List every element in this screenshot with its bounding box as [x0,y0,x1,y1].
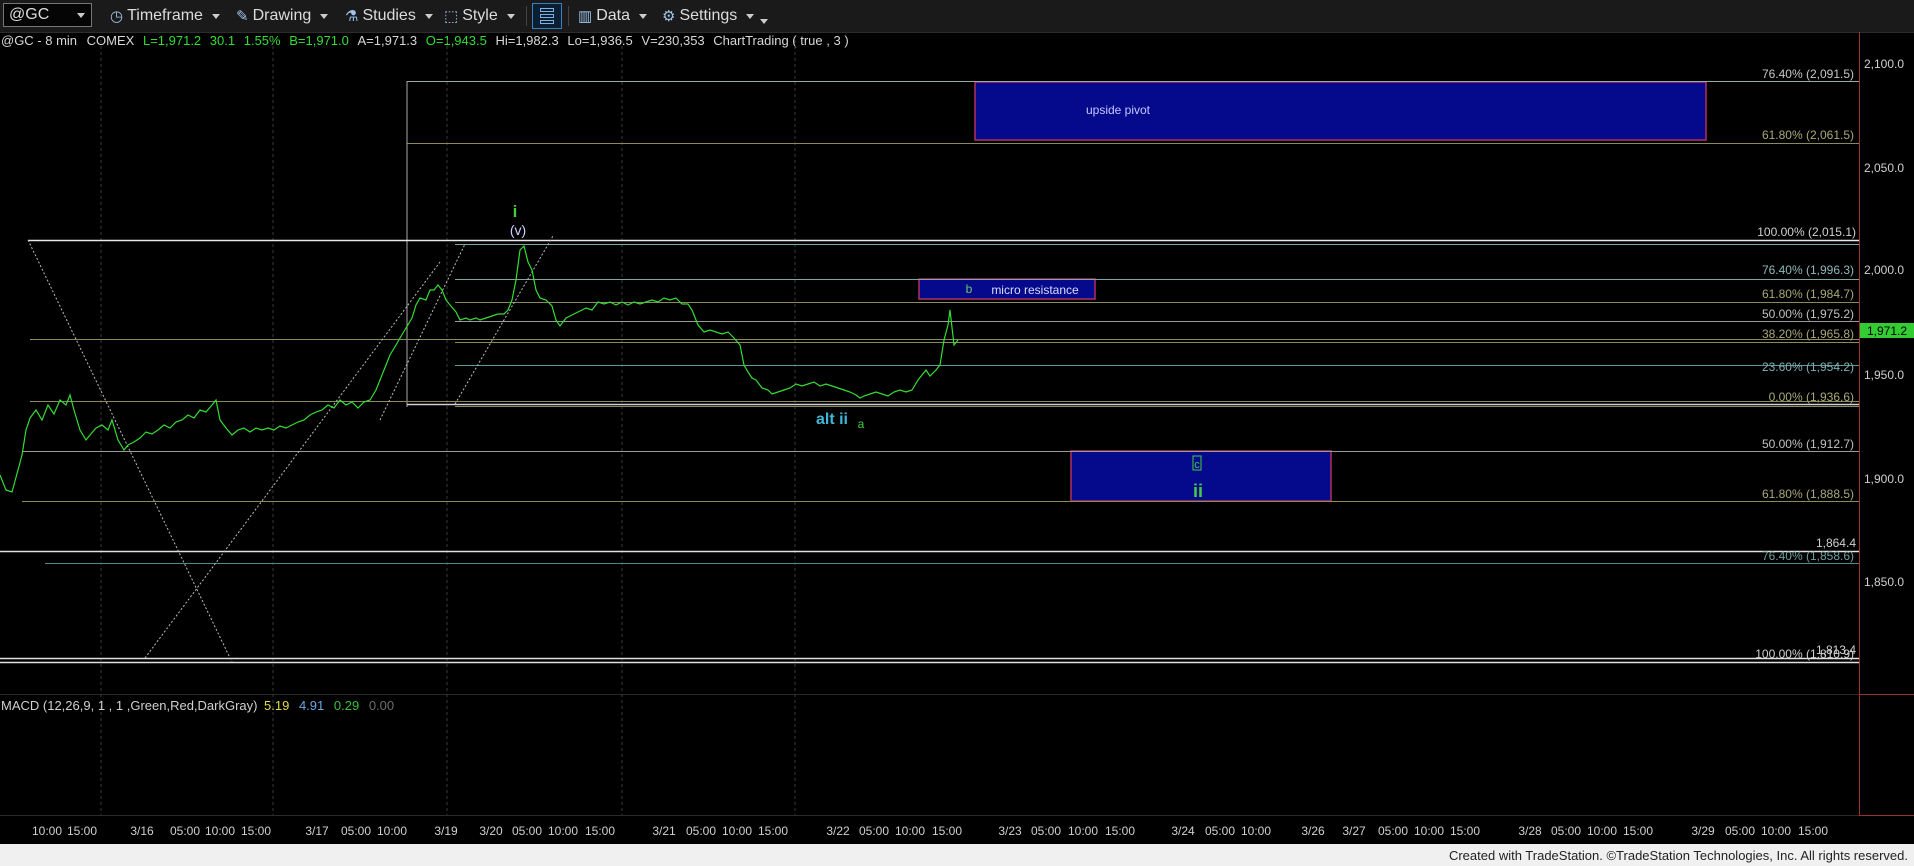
time-tick: 05:00 [1725,824,1755,838]
last-price-value: 1,971.2 [1867,324,1907,338]
time-tick: 05:00 [170,824,200,838]
time-tick: 3/24 [1171,824,1195,838]
time-tick: 15:00 [1623,824,1653,838]
wave-i-label: i [513,202,518,221]
price-tick: 2,100.0 [1864,57,1904,71]
time-tick: 10:00 [377,824,407,838]
wave-c-label: c [1194,459,1200,471]
time-tick: 05:00 [1551,824,1581,838]
fib-label: 38.20% (1,965.8) [1762,327,1854,341]
price-tick: 2,000.0 [1864,263,1904,277]
time-tick: 10:00 [1414,824,1444,838]
upside-pivot-label: upside pivot [1086,103,1151,117]
time-tick: 3/26 [1301,824,1325,838]
fib-label: 1,864.4 [1816,536,1856,550]
time-tick: 3/20 [479,824,503,838]
time-tick: 10:00 [1241,824,1271,838]
price-tick: 1,950.0 [1864,368,1904,382]
fib-label: 76.40% (1,858.6) [1762,549,1854,563]
fib-levels [0,81,1859,664]
time-tick: 05:00 [1031,824,1061,838]
macd-value: 5.19 [264,698,289,713]
time-tick: 3/22 [826,824,850,838]
time-tick: 10:00 [1761,824,1791,838]
fib-label: 61.80% (2,061.5) [1762,128,1854,142]
wave-a-label: a [858,417,865,431]
price-tick: 1,850.0 [1864,575,1904,589]
time-tick: 3/19 [434,824,458,838]
time-tick: 10:00 [1587,824,1617,838]
fib-label: 0.00% (1,936.6) [1769,390,1854,404]
time-tick: 05:00 [1205,824,1235,838]
fib-label: 100.00% (2,015.1) [1757,225,1856,239]
fib-label: 50.00% (1,912.7) [1762,437,1854,451]
upside-pivot-zone[interactable] [974,81,1707,141]
time-tick: 05:00 [1378,824,1408,838]
time-tick: 15:00 [585,824,615,838]
time-tick: 3/16 [130,824,154,838]
fib-label: 100.00% (1,810.9) [1755,647,1854,661]
macd-value: 0.00 [369,698,394,713]
time-tick: 15:00 [67,824,97,838]
time-tick: 15:00 [758,824,788,838]
time-tick: 10:00 [722,824,752,838]
time-tick: 3/28 [1518,824,1542,838]
fan-line [144,261,441,659]
wave-v-label: (v) [510,222,526,238]
time-tick: 3/27 [1342,824,1366,838]
fib-label: 61.80% (1,984.7) [1762,287,1854,301]
time-tick: 15:00 [932,824,962,838]
time-tick: 3/29 [1691,824,1715,838]
time-tick: 10:00 [205,824,235,838]
time-tick: 3/17 [305,824,329,838]
price-tick: 2,050.0 [1864,161,1904,175]
macd-values: 5.19 4.91 0.29 0.00 [264,698,394,713]
time-tick: 10:00 [32,824,62,838]
time-tick: 15:00 [241,824,271,838]
time-tick: 05:00 [512,824,542,838]
time-tick: 10:00 [548,824,578,838]
fib-label: 50.00% (1,975.2) [1762,307,1854,321]
time-tick: 10:00 [895,824,925,838]
footer-text: Created with TradeStation. ©TradeStation… [1448,848,1908,863]
price-chart[interactable]: upside pivot b micro resistance i (v) al… [0,0,1914,844]
macd-value: 0.29 [334,698,359,713]
price-series [0,244,959,493]
micro-b-label: b [966,282,973,296]
time-tick: 05:00 [341,824,371,838]
fib-label: 61.80% (1,888.5) [1762,487,1854,501]
micro-resistance-label: micro resistance [991,283,1079,297]
time-tick: 3/23 [998,824,1022,838]
fib-label: 76.40% (1,996.3) [1762,263,1854,277]
fib-label: 23.60% (1,954.2) [1762,360,1854,374]
time-tick: 15:00 [1105,824,1135,838]
footer-bar: Created with TradeStation. ©TradeStation… [0,844,1914,866]
alt-ii-label: alt ii [816,411,848,428]
time-tick: 15:00 [1450,824,1480,838]
macd-label: MACD (12,26,9, 1 , 1 ,Green,Red,DarkGray… [1,698,257,713]
time-tick: 3/21 [652,824,676,838]
trend-channel [27,235,554,663]
time-tick: 10:00 [1068,824,1098,838]
time-tick: 15:00 [1798,824,1828,838]
time-axis: 10:00 15:00 3/16 05:00 10:00 15:00 3/17 05:00 10… [32,824,1828,838]
channel-line [379,243,466,421]
time-tick: 05:00 [859,824,889,838]
fib-label: 76.40% (2,091.5) [1762,67,1854,81]
fib-label-group: 76.40% (2,091.5) 61.80% (2,061.5) 100.00… [1755,67,1856,661]
time-tick: 05:00 [686,824,716,838]
wave-ii-label: ii [1193,481,1203,501]
price-tick: 1,900.0 [1864,472,1904,486]
macd-value: 4.91 [299,698,324,713]
